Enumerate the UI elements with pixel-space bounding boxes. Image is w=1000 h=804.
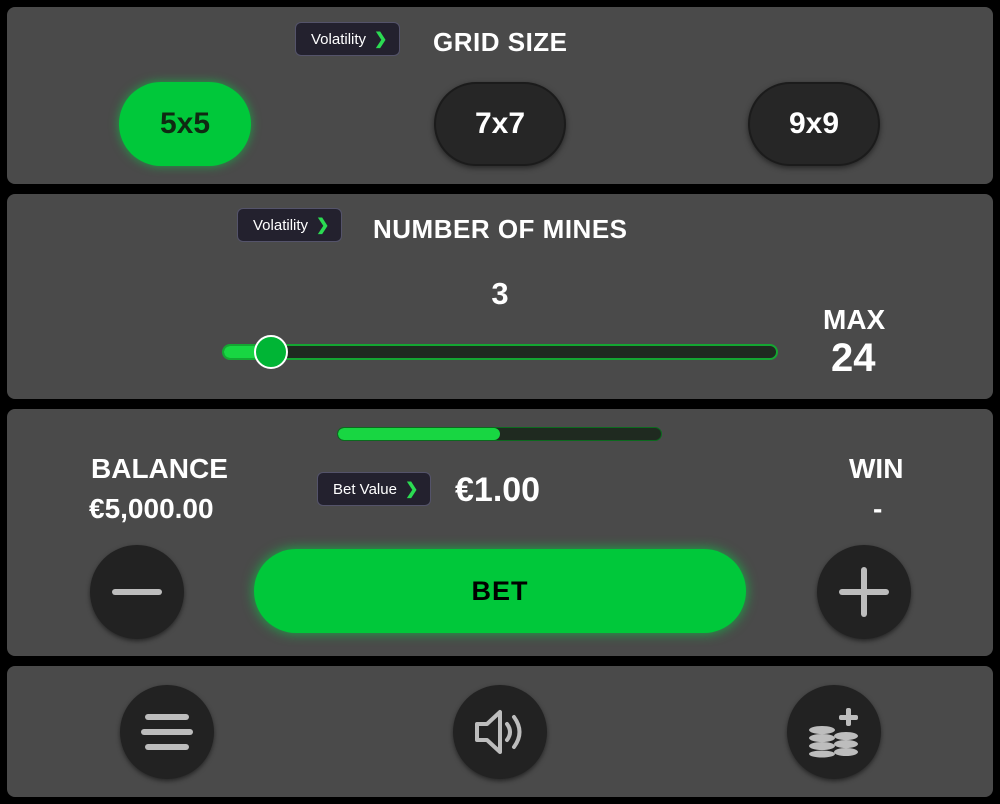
balance-label: BALANCE [91, 453, 228, 484]
max-label: MAX [823, 304, 886, 335]
bet-value-label: Bet Value [333, 480, 397, 498]
chevron-right-icon: ❯ [404, 481, 419, 498]
bet-progress-fill [338, 428, 500, 440]
sound-button[interactable] [453, 685, 547, 779]
speaker-icon [475, 710, 522, 754]
grid-size-panel: Volatility ❯ GRID SIZE 5x5 7x7 9x9 [7, 7, 993, 184]
bet-button[interactable]: BET [254, 549, 746, 633]
grid-volatility-button[interactable]: Volatility ❯ [295, 22, 401, 56]
coins-plus-icon [809, 708, 858, 758]
bet-value-button[interactable]: Bet Value ❯ [317, 472, 432, 506]
bet-panel: BALANCE €5,000.00 Bet Value ❯ €1.00 WIN … [7, 409, 993, 656]
mines-panel: Volatility ❯ NUMBER OF MINES 3 MAX 24 [7, 194, 993, 399]
bet-progress-bar [337, 427, 662, 441]
mines-title: NUMBER OF MINES [373, 214, 628, 244]
menu-button[interactable] [120, 685, 214, 779]
minus-icon [112, 589, 162, 595]
increase-bet-button[interactable] [817, 545, 911, 639]
mines-volatility-label: Volatility [253, 216, 309, 234]
max-value: 24 [831, 336, 876, 380]
grid-option-5x5[interactable]: 5x5 [119, 82, 251, 166]
win-value: - [873, 493, 883, 524]
win-label: WIN [849, 453, 904, 484]
grid-option-7x7[interactable]: 7x7 [434, 82, 566, 166]
grid-option-9x9[interactable]: 9x9 [748, 82, 880, 166]
coins-button[interactable] [787, 685, 881, 779]
chevron-right-icon: ❯ [316, 217, 330, 234]
chevron-right-icon: ❯ [374, 31, 388, 48]
bet-value: €1.00 [455, 471, 541, 509]
grid-size-title: GRID SIZE [433, 27, 568, 57]
grid-volatility-label: Volatility [311, 30, 367, 48]
bottom-controls-panel [7, 666, 993, 797]
mines-slider-track[interactable] [222, 344, 778, 360]
mines-volatility-button[interactable]: Volatility ❯ [237, 208, 343, 242]
decrease-bet-button[interactable] [90, 545, 184, 639]
balance-value: €5,000.00 [89, 493, 214, 524]
mines-slider-thumb[interactable] [253, 335, 288, 369]
plus-icon [839, 567, 889, 617]
menu-icon [141, 714, 193, 750]
